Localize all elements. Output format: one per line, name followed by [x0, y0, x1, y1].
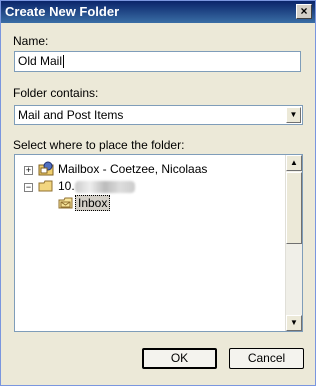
- tree-item-server[interactable]: 10.: [58, 178, 135, 194]
- folder-contains-label: Folder contains:: [13, 86, 99, 100]
- ok-button[interactable]: OK: [142, 348, 217, 369]
- tree-item-inbox[interactable]: Inbox: [75, 195, 111, 211]
- name-label: Name:: [13, 34, 49, 48]
- folder-contains-select[interactable]: Mail and Post Items ▼: [14, 105, 303, 125]
- close-button[interactable]: ×: [296, 4, 312, 19]
- name-value: Old Mail: [18, 54, 63, 68]
- text-caret: [63, 55, 65, 69]
- window-title: Create New Folder: [5, 4, 120, 19]
- folder-tree[interactable]: + Mailbox - Coetzee, Nicolaas − 10. Inbo…: [14, 154, 303, 332]
- name-input[interactable]: Old Mail: [14, 51, 301, 72]
- create-new-folder-dialog: Create New Folder × Name: Old Mail Folde…: [0, 0, 316, 386]
- folder-icon: [38, 180, 53, 192]
- tree-item-label: Mailbox - Coetzee, Nicolaas: [58, 162, 208, 176]
- tree-item-mailbox[interactable]: Mailbox - Coetzee, Nicolaas: [58, 161, 207, 177]
- folder-contains-value: Mail and Post Items: [18, 108, 124, 122]
- redacted-text: [74, 180, 135, 193]
- cancel-button[interactable]: Cancel: [229, 348, 304, 369]
- inbox-folder-icon: [58, 197, 73, 209]
- scroll-thumb[interactable]: [286, 172, 302, 244]
- expand-mailbox-icon[interactable]: +: [24, 166, 33, 175]
- mailbox-icon: [38, 161, 54, 176]
- scroll-up-arrow-icon[interactable]: ▲: [286, 155, 302, 171]
- title-bar: Create New Folder ×: [1, 1, 315, 23]
- close-icon: ×: [300, 4, 308, 18]
- dropdown-arrow-icon[interactable]: ▼: [286, 107, 301, 123]
- tree-item-label: 10.: [58, 179, 75, 193]
- location-label: Select where to place the folder:: [13, 138, 185, 152]
- vertical-scrollbar[interactable]: ▲ ▼: [285, 155, 302, 331]
- scroll-down-arrow-icon[interactable]: ▼: [286, 315, 302, 331]
- tree-item-label: Inbox: [75, 195, 111, 211]
- collapse-server-icon[interactable]: −: [24, 183, 33, 192]
